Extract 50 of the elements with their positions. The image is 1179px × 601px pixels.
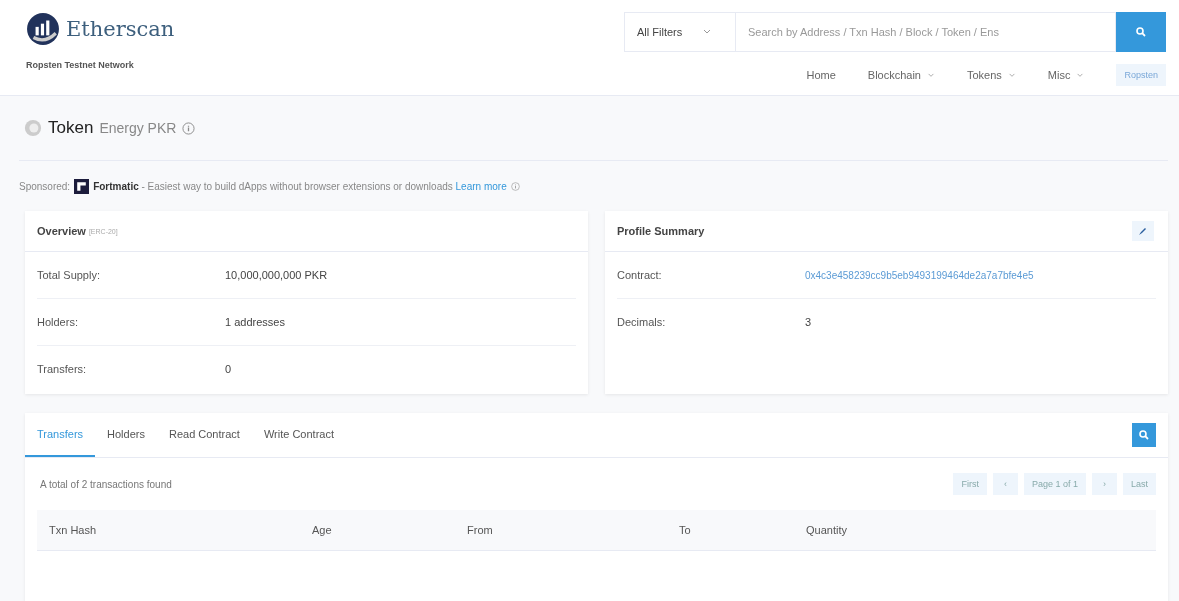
brand-logo-icon bbox=[74, 178, 90, 194]
field-value: 0 bbox=[225, 363, 232, 375]
sponsored-text: Fortmatic - Easiest way to build dApps without browser extensions or downloads Learn more bbox=[93, 180, 507, 192]
tab[interactable]: Transfers bbox=[25, 413, 96, 457]
field-label: Contract: bbox=[617, 269, 663, 281]
info-icon[interactable] bbox=[182, 121, 196, 135]
field-value: 1 addresses bbox=[225, 316, 285, 328]
nav-link[interactable]: Blockchain bbox=[867, 69, 935, 81]
tab[interactable]: Write Contract bbox=[251, 413, 346, 457]
pen-icon bbox=[1138, 226, 1148, 236]
column-header: Quantity bbox=[806, 524, 848, 536]
caret-icon bbox=[1076, 72, 1085, 78]
tab[interactable]: Holders bbox=[95, 413, 157, 457]
column-header: To bbox=[679, 524, 692, 536]
page-title: Token bbox=[48, 118, 94, 138]
card-title: Profile Summary bbox=[617, 225, 705, 237]
column-header: Age bbox=[312, 524, 333, 536]
card-title: Overview bbox=[37, 225, 86, 237]
search-button[interactable] bbox=[1116, 12, 1166, 52]
search-button[interactable] bbox=[1132, 423, 1156, 447]
caret-icon bbox=[1007, 72, 1016, 78]
logo-icon bbox=[26, 12, 60, 46]
edit-button[interactable] bbox=[1132, 221, 1154, 241]
network-label: Ropsten Testnet Network bbox=[26, 60, 135, 70]
nav-link[interactable]: Tokens bbox=[967, 69, 1016, 81]
transactions-count: A total of 2 transactions found bbox=[40, 478, 172, 490]
tab[interactable]: Read Contract bbox=[156, 413, 252, 457]
search-icon bbox=[1135, 26, 1147, 38]
search-icon bbox=[1138, 429, 1150, 441]
column-header: From bbox=[467, 524, 494, 536]
filter-dropdown[interactable]: All Filters bbox=[624, 12, 736, 52]
sponsored-label: Sponsored: bbox=[19, 180, 71, 192]
nav-link[interactable]: Home bbox=[806, 69, 836, 81]
field-value: 10,000,000,000 PKR bbox=[225, 269, 328, 281]
nav-link[interactable]: Misc bbox=[1047, 69, 1085, 81]
column-header: Txn Hash bbox=[49, 524, 98, 536]
field-value: 3 bbox=[805, 316, 812, 328]
caret-icon bbox=[927, 72, 935, 78]
search-field[interactable]: Search by Address / Txn Hash / Block / Token / Ens bbox=[736, 12, 1116, 52]
field-label: Holders: bbox=[37, 316, 79, 328]
contract-address-link[interactable]: 0x4c3e458239cc9b5eb9493199464de2a7a7bfe4e5 bbox=[805, 269, 1034, 281]
field-label: Transfers: bbox=[37, 363, 88, 375]
field-label: Decimals: bbox=[617, 316, 667, 328]
token-name: Energy PKR bbox=[99, 120, 177, 136]
token-icon bbox=[24, 119, 42, 137]
caret-icon bbox=[702, 29, 713, 35]
learn-more-link[interactable]: Learn more bbox=[455, 180, 507, 192]
logo-text[interactable]: Etherscan bbox=[66, 17, 175, 41]
info-icon[interactable] bbox=[510, 181, 520, 191]
field-label: Total Supply: bbox=[37, 269, 101, 281]
